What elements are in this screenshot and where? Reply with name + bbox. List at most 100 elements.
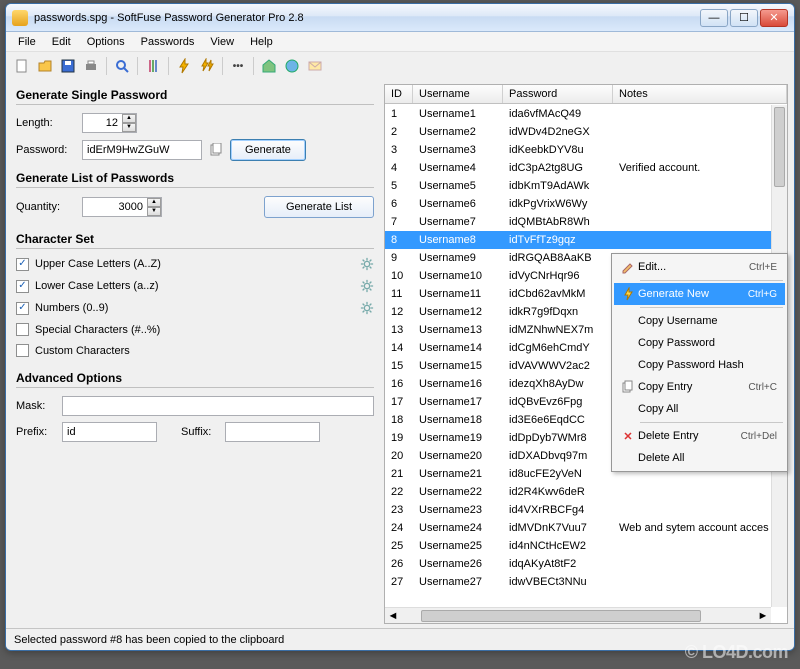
charset-row: Lower Case Letters (a..z) xyxy=(16,279,374,293)
cell-username: Username21 xyxy=(413,468,503,480)
close-button[interactable]: ✕ xyxy=(760,9,788,27)
table-row[interactable]: 23Username23id4VXrRBCFg4 xyxy=(385,501,771,519)
table-row[interactable]: 8Username8idTvFfTz9gqz xyxy=(385,231,771,249)
table-row[interactable]: 3Username3idKeebkDYV8u xyxy=(385,141,771,159)
spin-up-button[interactable]: ▲ xyxy=(122,114,136,123)
cell-username: Username4 xyxy=(413,162,503,174)
menu-passwords[interactable]: Passwords xyxy=(133,34,203,50)
scroll-thumb[interactable] xyxy=(774,107,785,187)
mask-icon[interactable]: ••• xyxy=(228,56,248,76)
checkbox[interactable] xyxy=(16,323,29,336)
gear-icon[interactable] xyxy=(360,257,374,271)
mail-icon[interactable] xyxy=(305,56,325,76)
charset-label: Special Characters (#..%) xyxy=(35,324,160,336)
maximize-button[interactable]: ☐ xyxy=(730,9,758,27)
password-output[interactable] xyxy=(82,140,202,160)
table-row[interactable]: 7Username7idQMBtAbR8Wh xyxy=(385,213,771,231)
suffix-input[interactable] xyxy=(225,422,320,442)
cell-password: idbKmT9AdAWk xyxy=(503,180,613,192)
ctx-copy-entry[interactable]: Copy Entry Ctrl+C xyxy=(614,376,785,398)
table-row[interactable]: 1Username1ida6vfMAcQ49 xyxy=(385,105,771,123)
menu-options[interactable]: Options xyxy=(79,34,133,50)
web-icon[interactable] xyxy=(282,56,302,76)
column-id[interactable]: ID xyxy=(385,85,413,103)
ctx-delete-all[interactable]: Delete All xyxy=(614,447,785,469)
generate-button[interactable]: Generate xyxy=(230,139,306,161)
password-label: Password: xyxy=(16,144,76,156)
ctx-copy-hash[interactable]: Copy Password Hash xyxy=(614,354,785,376)
gear-icon[interactable] xyxy=(360,279,374,293)
table-row[interactable]: 6Username6idkPgVrixW6Wy xyxy=(385,195,771,213)
ctx-delete-entry[interactable]: ✕ Delete Entry Ctrl+Del xyxy=(614,425,785,447)
cell-password: idWDv4D2neGX xyxy=(503,126,613,138)
gear-icon[interactable] xyxy=(360,301,374,315)
new-file-icon[interactable] xyxy=(12,56,32,76)
context-menu: Edit... Ctrl+E Generate New Ctrl+G Copy … xyxy=(611,253,788,472)
table-row[interactable]: 24Username24idMVDnK7Vuu7Web and sytem ac… xyxy=(385,519,771,537)
column-notes[interactable]: Notes xyxy=(613,85,787,103)
ctx-edit[interactable]: Edit... Ctrl+E xyxy=(614,256,785,278)
checkbox[interactable] xyxy=(16,344,29,357)
cell-username: Username10 xyxy=(413,270,503,282)
spin-down-button[interactable]: ▼ xyxy=(122,123,136,132)
lightning-multi-icon[interactable] xyxy=(197,56,217,76)
table-row[interactable]: 25Username25id4nNCtHcEW2 xyxy=(385,537,771,555)
cell-id: 16 xyxy=(385,378,413,390)
generate-list-button[interactable]: Generate List xyxy=(264,196,374,218)
horizontal-scrollbar[interactable]: ◄► xyxy=(385,607,771,623)
charset-row: Numbers (0..9) xyxy=(16,301,374,315)
toolbar-separator xyxy=(222,57,223,75)
charset-row: Custom Characters xyxy=(16,344,374,357)
open-file-icon[interactable] xyxy=(35,56,55,76)
cell-id: 5 xyxy=(385,180,413,192)
print-icon[interactable] xyxy=(81,56,101,76)
column-username[interactable]: Username xyxy=(413,85,503,103)
table-row[interactable]: 4Username4idC3pA2tg8UGVerified account. xyxy=(385,159,771,177)
cell-username: Username1 xyxy=(413,108,503,120)
checkbox[interactable] xyxy=(16,302,29,315)
menu-edit[interactable]: Edit xyxy=(44,34,79,50)
cell-id: 17 xyxy=(385,396,413,408)
cell-password: idRGQAB8AaKB xyxy=(503,252,613,264)
menu-view[interactable]: View xyxy=(202,34,242,50)
suffix-label: Suffix: xyxy=(181,426,219,438)
spin-down-button[interactable]: ▼ xyxy=(147,207,161,216)
cell-password: id4VXrRBCFg4 xyxy=(503,504,613,516)
search-icon[interactable] xyxy=(112,56,132,76)
status-text: Selected password #8 has been copied to … xyxy=(14,634,284,646)
table-row[interactable]: 5Username5idbKmT9AdAWk xyxy=(385,177,771,195)
cell-username: Username12 xyxy=(413,306,503,318)
cell-id: 27 xyxy=(385,576,413,588)
table-row[interactable]: 27Username27idwVBECt3NNu xyxy=(385,573,771,591)
ctx-generate-new[interactable]: Generate New Ctrl+G xyxy=(614,283,785,305)
ctx-copy-username[interactable]: Copy Username xyxy=(614,310,785,332)
cell-username: Username18 xyxy=(413,414,503,426)
table-row[interactable]: 2Username2idWDv4D2neGX xyxy=(385,123,771,141)
cell-password: id3E6e6EqdCC xyxy=(503,414,613,426)
home-icon[interactable] xyxy=(259,56,279,76)
title-bar[interactable]: passwords.spg - SoftFuse Password Genera… xyxy=(6,4,794,32)
spin-up-button[interactable]: ▲ xyxy=(147,198,161,207)
menu-file[interactable]: File xyxy=(10,34,44,50)
menu-help[interactable]: Help xyxy=(242,34,281,50)
lightning-single-icon[interactable] xyxy=(174,56,194,76)
settings-icon[interactable] xyxy=(143,56,163,76)
checkbox[interactable] xyxy=(16,258,29,271)
scroll-thumb[interactable] xyxy=(421,610,701,622)
cell-username: Username9 xyxy=(413,252,503,264)
ctx-copy-password[interactable]: Copy Password xyxy=(614,332,785,354)
column-password[interactable]: Password xyxy=(503,85,613,103)
checkbox[interactable] xyxy=(16,280,29,293)
mask-input[interactable] xyxy=(62,396,374,416)
minimize-button[interactable]: — xyxy=(700,9,728,27)
toolbar-separator xyxy=(253,57,254,75)
save-icon[interactable] xyxy=(58,56,78,76)
cell-id: 4 xyxy=(385,162,413,174)
prefix-input[interactable] xyxy=(62,422,157,442)
cell-password: idqAKyAt8tF2 xyxy=(503,558,613,570)
table-row[interactable]: 22Username22id2R4Kwv6deR xyxy=(385,483,771,501)
copy-password-icon[interactable] xyxy=(208,141,224,159)
ctx-copy-all[interactable]: Copy All xyxy=(614,398,785,420)
cell-password: idezqXh8AyDw xyxy=(503,378,613,390)
table-row[interactable]: 26Username26idqAKyAt8tF2 xyxy=(385,555,771,573)
